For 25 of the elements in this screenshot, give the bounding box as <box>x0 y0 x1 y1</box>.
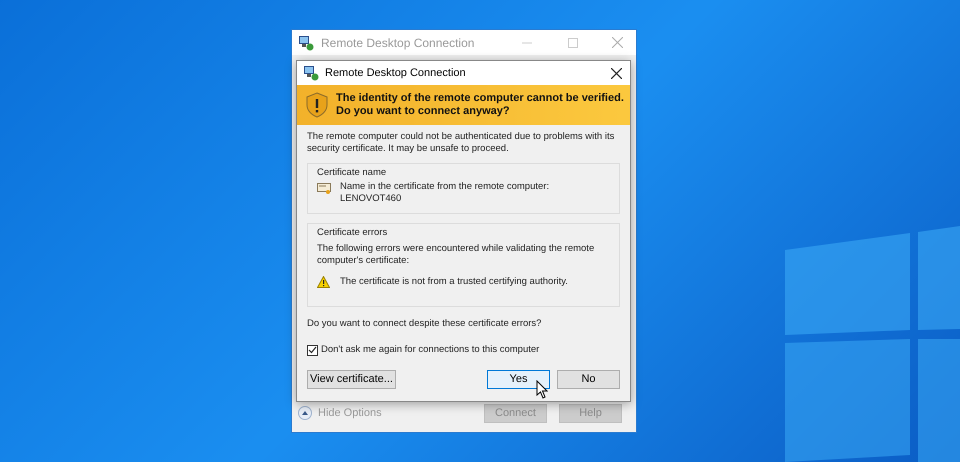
intro-text: The remote computer could not be authenticated due to problems with its security certificate. It may be unsafe to proceed. <box>307 131 616 155</box>
group-title: Certificate name <box>317 167 388 179</box>
mouse-cursor-icon <box>536 380 548 399</box>
error-text: The certificate is not from a trusted certifying authority. <box>340 275 568 289</box>
errors-intro: The following errors were encountered while validating the remote computer's certificate: <box>317 243 596 267</box>
close-icon[interactable] <box>611 68 622 78</box>
collapse-icon[interactable] <box>298 406 312 420</box>
certificate-icon <box>317 183 331 195</box>
window-title: Remote Desktop Connection <box>321 34 474 52</box>
computer-icon <box>298 34 314 50</box>
checkbox[interactable] <box>307 344 318 356</box>
group-title: Certificate errors <box>317 227 388 239</box>
question-text: Do you want to connect despite these certificate errors? <box>307 317 542 331</box>
certificate-label: Name in the certificate from the remote computer: <box>340 181 550 193</box>
checkbox-label[interactable]: Don't ask me again for connections to this computer <box>321 343 540 358</box>
certificate-value: LENOVOT460 <box>340 193 402 205</box>
shield-warning-icon <box>306 92 328 118</box>
dialog-button[interactable]: No <box>557 370 620 388</box>
dialog-button[interactable]: Yes <box>487 370 550 388</box>
warning-heading: The identity of the remote computer cannot be verified. Do you want to connect anyway? <box>336 92 624 118</box>
computer-icon <box>303 65 319 81</box>
checkmark-icon <box>308 346 317 354</box>
warning-icon <box>317 276 330 288</box>
dialog-title: Remote Desktop Connection <box>325 66 466 81</box>
dialog-button[interactable]: View certificate... <box>307 370 396 388</box>
